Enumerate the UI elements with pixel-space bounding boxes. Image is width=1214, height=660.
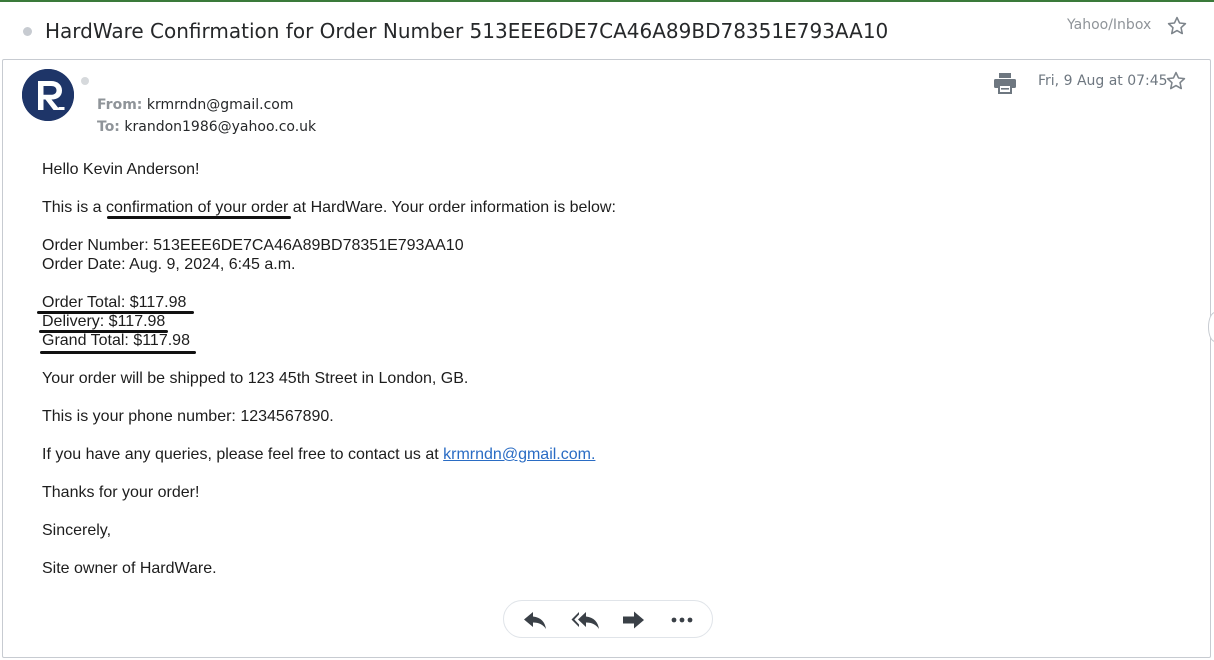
reply-icon[interactable] <box>522 608 548 632</box>
email-subject: HardWare Confirmation for Order Number 5… <box>45 19 889 43</box>
queries-text: If you have any queries, please feel fre… <box>42 446 444 463</box>
to-line: To: krandon1986@yahoo.co.uk <box>97 119 316 135</box>
to-address[interactable]: krandon1986@yahoo.co.uk <box>124 119 316 135</box>
message-header: HardWare Confirmation for Order Number 5… <box>0 2 1214 58</box>
intro-post: at HardWare. Your order information is b… <box>288 199 616 216</box>
handwritten-underline <box>107 216 291 219</box>
sincerely-line: Sincerely, <box>42 522 112 539</box>
intro-highlight: confirmation of your order <box>106 199 289 216</box>
print-icon[interactable] <box>993 72 1017 94</box>
message-action-bar <box>503 600 713 638</box>
sender-avatar[interactable] <box>22 69 74 121</box>
handwritten-underline <box>40 351 196 354</box>
thanks-line: Thanks for your order! <box>42 484 200 501</box>
forward-icon[interactable] <box>621 608 647 632</box>
reply-all-icon[interactable] <box>571 608 601 632</box>
intro-pre: This is a <box>42 199 107 216</box>
intro-line: This is a confirmation of your order at … <box>42 199 616 217</box>
contact-email-link[interactable]: krmrndn@gmail.com. <box>443 446 595 463</box>
to-label: To: <box>97 119 120 135</box>
shipping-line: Your order will be shipped to 123 45th S… <box>42 370 469 387</box>
message-card: From: krmrndn@gmail.com To: krandon1986@… <box>2 59 1211 658</box>
order-total: Order Total: $117.98 <box>42 294 187 311</box>
status-dot-icon <box>81 77 89 85</box>
grand-total: Grand Total: $117.98 <box>42 332 190 349</box>
from-label: From: <box>97 97 143 113</box>
queries-line: If you have any queries, please feel fre… <box>42 446 595 464</box>
order-number: Order Number: 513EEE6DE7CA46A89BD78351E7… <box>42 237 464 254</box>
message-date: Fri, 9 Aug at 07:45 <box>1038 73 1168 89</box>
from-address[interactable]: krmrndn@gmail.com <box>147 97 294 113</box>
delivery-cost: Delivery: $117.98 <box>42 313 166 330</box>
unread-dot-icon <box>23 27 32 36</box>
r-logo-icon <box>22 69 74 121</box>
signature-line: Site owner of HardWare. <box>42 560 217 577</box>
phone-line: This is your phone number: 1234567890. <box>42 408 334 425</box>
more-icon[interactable] <box>669 608 695 632</box>
from-line: From: krmrndn@gmail.com <box>97 97 293 113</box>
star-icon[interactable] <box>1165 70 1187 92</box>
folder-label[interactable]: Yahoo/Inbox <box>1067 17 1151 33</box>
order-date: Order Date: Aug. 9, 2024, 6:45 a.m. <box>42 256 296 273</box>
star-icon[interactable] <box>1166 15 1188 37</box>
greeting: Hello Kevin Anderson! <box>42 161 200 178</box>
